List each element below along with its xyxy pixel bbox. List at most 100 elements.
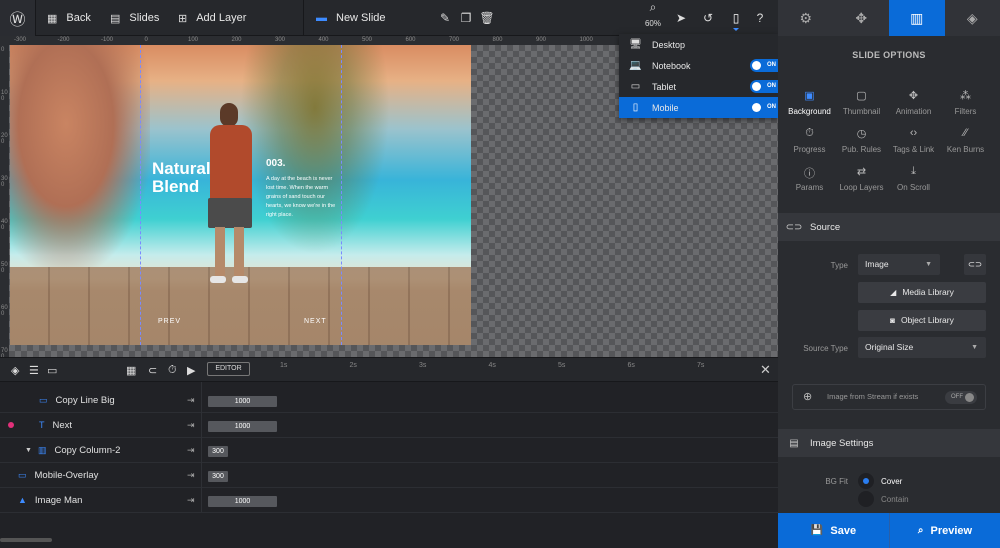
tab-settings[interactable]: ⚙ bbox=[778, 0, 834, 36]
save-icon: 💾 bbox=[810, 525, 824, 536]
slides-button[interactable]: ▤ Slides bbox=[110, 0, 159, 36]
option-pub-rules[interactable]: ◷ Pub. Rules bbox=[834, 127, 889, 154]
editor-tag[interactable]: EDITOR bbox=[207, 362, 250, 376]
layer-end-arrow-icon[interactable]: ⇥ bbox=[187, 445, 195, 456]
layer-row[interactable]: ▲ Image Man ⇥ 1000 bbox=[0, 488, 778, 513]
filters-icon: ⁂ bbox=[960, 90, 971, 102]
device-item-mobile[interactable]: ▯ Mobile ON bbox=[619, 97, 778, 118]
type-label: Type bbox=[830, 261, 848, 270]
list-icon[interactable]: ☰ bbox=[29, 358, 39, 382]
trash-icon[interactable]: 🗑 bbox=[479, 0, 494, 36]
slide-number[interactable]: 003. bbox=[266, 158, 285, 169]
option-animation[interactable]: ✥ Animation bbox=[886, 89, 941, 116]
collapse-caret-icon[interactable]: ▼ bbox=[25, 447, 32, 454]
option-ken-burns[interactable]: ⁄⁄ Ken Burns bbox=[938, 127, 993, 154]
link-button[interactable]: ⊂⊃ bbox=[964, 254, 986, 275]
layer-bar[interactable]: 300 bbox=[208, 446, 228, 457]
link-icon: ⊂⊃ bbox=[785, 221, 803, 233]
bg-fit-cover-label: Cover bbox=[881, 477, 903, 486]
close-timeline-icon[interactable]: ✕ bbox=[760, 362, 771, 378]
layer-bar[interactable]: 1000 bbox=[208, 396, 277, 407]
layer-bar[interactable]: 1000 bbox=[208, 421, 277, 432]
back-label: Back bbox=[66, 12, 91, 24]
ruler-tick-label: 700 bbox=[449, 37, 460, 43]
timeline-scrollbar[interactable] bbox=[0, 538, 52, 542]
ken-burns-icon: ⁄⁄ bbox=[963, 127, 968, 139]
edit-pencil-icon[interactable]: ✎ bbox=[438, 0, 452, 36]
source-type-select[interactable]: Original Size ▼ bbox=[858, 337, 986, 358]
option-params[interactable]: ⓘ Params bbox=[782, 165, 837, 192]
wordpress-logo-icon[interactable]: Ⓦ bbox=[0, 0, 36, 36]
device-item-desktop[interactable]: 🖥 Desktop bbox=[619, 34, 778, 55]
notebook-icon: 💻 bbox=[629, 60, 642, 71]
layers-icon[interactable]: ◈ bbox=[11, 358, 19, 382]
device-toggle[interactable]: ON bbox=[750, 59, 778, 72]
device-item-tablet[interactable]: ▭ Tablet ON bbox=[619, 76, 778, 97]
media-library-button[interactable]: ◢ Media Library bbox=[858, 282, 986, 303]
bg-fit-cover-radio[interactable] bbox=[858, 473, 874, 489]
option-on-scroll[interactable]: ⤓ On Scroll bbox=[886, 165, 941, 192]
device-toggle[interactable]: ON bbox=[750, 101, 778, 114]
slide-prev-link[interactable]: PREV bbox=[158, 318, 181, 325]
object-library-button[interactable]: ◙ Object Library bbox=[858, 310, 986, 331]
magnet-icon[interactable]: ⊂ bbox=[148, 358, 157, 382]
layer-bar[interactable]: 300 bbox=[208, 471, 228, 482]
top-toolbar: Ⓦ ▦ Back ▤ Slides ⊞ Add Layer ▬ New Slide ✎ … bbox=[0, 0, 778, 36]
option-thumbnail[interactable]: ▢ Thumbnail bbox=[834, 89, 889, 116]
scroll-icon: ⤓ bbox=[911, 165, 916, 177]
option-tags-link[interactable]: ‹› Tags & Link bbox=[886, 127, 941, 154]
panel-title: SLIDE OPTIONS bbox=[852, 50, 926, 60]
cursor-icon[interactable]: ➤ bbox=[674, 0, 688, 36]
option-loop-layers[interactable]: ⇄ Loop Layers bbox=[834, 165, 889, 192]
device-label: Mobile bbox=[652, 102, 679, 113]
blurred-rock bbox=[10, 45, 150, 270]
play-icon[interactable]: ▶ bbox=[187, 358, 195, 382]
globe-icon: ⊕ bbox=[803, 391, 813, 403]
timer-icon[interactable]: ⏱ bbox=[168, 358, 177, 382]
gamepad-icon: ✥ bbox=[855, 9, 868, 26]
layer-end-arrow-icon[interactable]: ⇥ bbox=[187, 395, 195, 406]
layer-end-arrow-icon[interactable]: ⇥ bbox=[187, 495, 195, 506]
folder-icon[interactable]: ▭ bbox=[47, 358, 57, 382]
layer-row[interactable]: ▼ ▥ Copy Column-2 ⇥ 300 bbox=[0, 438, 778, 463]
device-item-notebook[interactable]: 💻 Notebook ON bbox=[619, 55, 778, 76]
slide-description[interactable]: A day at the beach is never lost time. W… bbox=[266, 175, 338, 220]
help-icon[interactable]: ? bbox=[753, 0, 767, 36]
tab-layers[interactable]: ◈ bbox=[944, 0, 1000, 36]
layer-end-arrow-icon[interactable]: ⇥ bbox=[187, 470, 195, 481]
option-background[interactable]: ▣ Background bbox=[782, 89, 837, 116]
slide-name-button[interactable]: ▬ New Slide bbox=[316, 0, 386, 36]
layer-row[interactable]: T Next ⇥ 1000 bbox=[0, 413, 778, 438]
rectangle-icon: ▭ bbox=[18, 469, 27, 480]
timeline-tick-label: 6s bbox=[627, 362, 635, 369]
duplicate-icon[interactable]: ❐ bbox=[459, 0, 473, 36]
layer-row[interactable]: ▭ Mobile-Overlay ⇥ 300 bbox=[0, 463, 778, 488]
back-button[interactable]: ▦ Back bbox=[47, 0, 91, 36]
option-label: Loop Layers bbox=[839, 183, 884, 192]
device-toggle[interactable]: ON bbox=[750, 80, 778, 93]
type-select[interactable]: Image ▼ bbox=[858, 254, 940, 275]
bg-fit-contain-radio[interactable] bbox=[858, 491, 874, 507]
timeline-tick-label: 1s bbox=[280, 362, 288, 369]
man-leg bbox=[234, 227, 244, 277]
source-section-header[interactable]: ⊂⊃ Source bbox=[778, 213, 1000, 241]
tab-navigation[interactable]: ✥ bbox=[833, 0, 889, 36]
undo-icon[interactable]: ↺ bbox=[701, 0, 715, 36]
preview-button[interactable]: ⌕ Preview bbox=[890, 513, 1000, 548]
slide-headline[interactable]: Natural Blend bbox=[152, 160, 252, 196]
image-settings-section-header[interactable]: ▤ Image Settings bbox=[778, 429, 1000, 457]
tab-slide-options[interactable]: ▥ bbox=[889, 0, 945, 36]
slide-next-link[interactable]: NEXT bbox=[304, 318, 327, 325]
add-layer-label: Add Layer bbox=[196, 12, 247, 24]
option-progress[interactable]: ⏱ Progress bbox=[782, 127, 837, 154]
option-label: Pub. Rules bbox=[841, 145, 882, 154]
grid-snap-icon[interactable]: ▦ bbox=[126, 358, 136, 382]
layer-row[interactable]: ▭ Copy Line Big ⇥ 1000 bbox=[0, 388, 778, 413]
option-filters[interactable]: ⁂ Filters bbox=[938, 89, 993, 116]
stream-toggle[interactable]: OFF bbox=[945, 391, 977, 404]
save-button[interactable]: 💾 Save bbox=[778, 513, 889, 548]
layer-end-arrow-icon[interactable]: ⇥ bbox=[187, 420, 195, 431]
add-layer-button[interactable]: ⊞ Add Layer bbox=[178, 0, 246, 36]
slide-preview[interactable]: Natural Blend 003. A day at the beach is… bbox=[10, 45, 471, 345]
layer-bar[interactable]: 1000 bbox=[208, 496, 277, 507]
